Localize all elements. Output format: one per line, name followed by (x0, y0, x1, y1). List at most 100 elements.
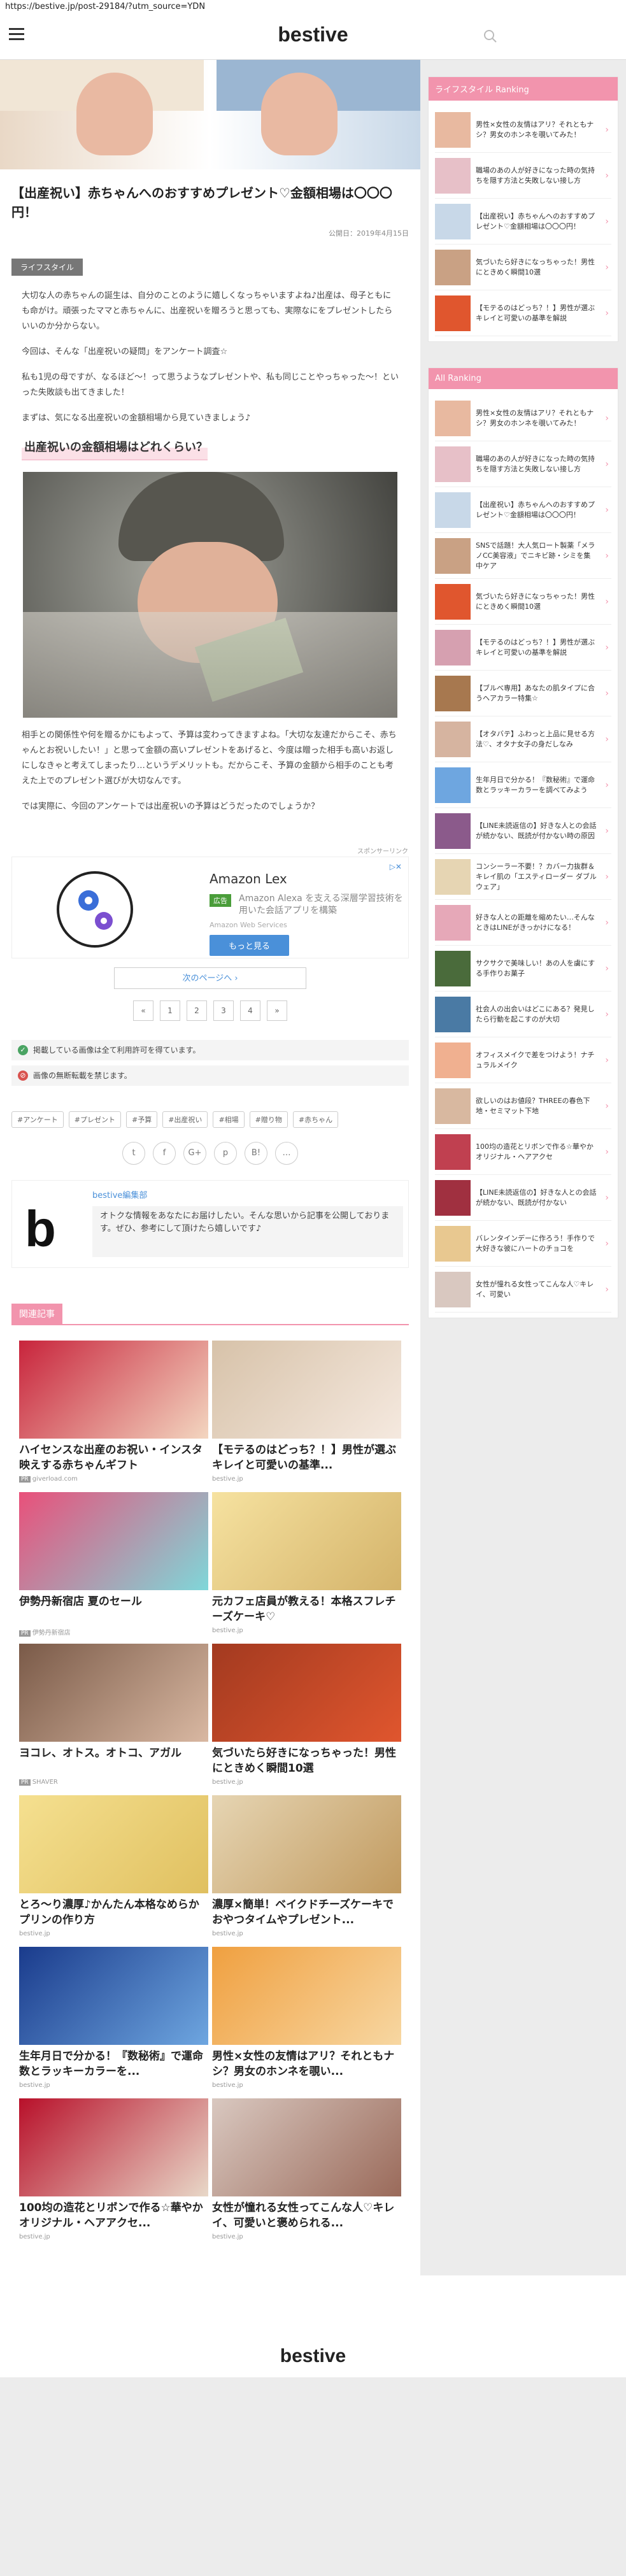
related-item[interactable]: 濃厚×簡単！ベイクドチーズケーキでおやつタイムやプレゼント... bestive… (212, 1795, 401, 1947)
ranking-title[interactable]: 【モテるのはどっち？！】男性が選ぶキレイと可愛いの基準を解説 (476, 637, 597, 658)
ranking-title[interactable]: 好きな人との距離を縮めたい…そんなときはLINEがきっかけになる！ (476, 913, 597, 933)
ranking-item[interactable]: 欲しいのはお値段？THREEの春色下地・セミマット下地 › (435, 1083, 611, 1129)
ranking-item[interactable]: オフィスメイクで差をつけよう！ナチュラルメイク › (435, 1037, 611, 1083)
related-item[interactable]: 元カフェ店員が教える！本格スフレチーズケーキ♡ bestive.jp (212, 1492, 401, 1644)
related-item[interactable]: 生年月日で分かる！『数秘術』で運命数とラッキーカラーを... bestive.j… (19, 1947, 208, 2098)
ranking-item[interactable]: 社会人の出会いはどこにある？発見したら行動を起こすのが大切 › (435, 992, 611, 1037)
related-title[interactable]: 100均の造花とリボンで作る☆華やかオリジナル・ヘアアクセ... (19, 2200, 208, 2231)
ranking-title[interactable]: 100均の造花とリボンで作る☆華やかオリジナル・ヘアアクセ (476, 1142, 597, 1162)
footer-logo[interactable]: bestive (0, 2345, 626, 2367)
ranking-title[interactable]: 職場のあの人が好きになった時の気持ちを隠す方法と失敗しない接し方 (476, 454, 597, 474)
ranking-item[interactable]: 【LINE未読返信の】好きな人との会話が続かない、既読が付かない時の原因 › (435, 808, 611, 854)
related-title[interactable]: 元カフェ店員が教える！本格スフレチーズケーキ♡ (212, 1594, 401, 1625)
ranking-item[interactable]: サクサクで美味しい！あの人を虜にする手作りお菓子 › (435, 946, 611, 992)
twitter-share-icon[interactable]: t (122, 1142, 145, 1165)
ranking-thumbnail[interactable] (435, 203, 471, 239)
comment-share-icon[interactable]: … (275, 1142, 298, 1165)
related-thumbnail[interactable] (212, 1341, 401, 1439)
related-title[interactable]: 濃厚×簡単！ベイクドチーズケーキでおやつタイムやプレゼント... (212, 1897, 401, 1928)
ranking-title[interactable]: バレンタインデーに作ろう！手作りで大好きな彼にハートのチョコを (476, 1234, 597, 1254)
ranking-thumbnail[interactable] (435, 1271, 471, 1307)
ranking-title[interactable]: SNSで話題！大人気ロート製薬「メラノCC美容液」でニキビ跡・シミを集中ケア (476, 541, 597, 571)
ranking-thumbnail[interactable] (435, 629, 471, 665)
ranking-title[interactable]: 男性×女性の友情はアリ？それともナシ？男女のホンネを覗いてみた！ (476, 408, 597, 429)
related-title[interactable]: 女性が憧れる女性ってこんな人♡キレイ、可愛いと褒められる... (212, 2200, 401, 2231)
next-page-button[interactable]: 次のページへ › (114, 967, 306, 989)
ranking-title[interactable]: 気づいたら好きになっちゃった！男性にときめく瞬間10選 (476, 257, 597, 278)
ranking-title[interactable]: 【LINE未読返信の】好きな人との会話が続かない、既読が付かない (476, 1188, 597, 1208)
ranking-thumbnail[interactable] (435, 858, 471, 895)
related-thumbnail[interactable] (19, 1644, 208, 1742)
ranking-title[interactable]: 社会人の出会いはどこにある？発見したら行動を起こすのが大切 (476, 1004, 597, 1025)
ranking-item[interactable]: コンシーラー不要！？カバー力抜群＆キレイ肌の「エスティローダー ダブルウェア」 … (435, 854, 611, 900)
facebook-share-icon[interactable]: f (153, 1142, 176, 1165)
ranking-title[interactable]: 【LINE未読返信の】好きな人との会話が続かない、既読が付かない時の原因 (476, 821, 597, 841)
ranking-thumbnail[interactable] (435, 400, 471, 436)
ranking-title[interactable]: 欲しいのはお値段？THREEの春色下地・セミマット下地 (476, 1096, 597, 1116)
ranking-title[interactable]: 【出産祝い】赤ちゃんへのおすすめプレゼント♡金額相場は〇〇〇円！ (476, 211, 597, 232)
related-title[interactable]: ハイセンスな出産のお祝い・インスタ映えする赤ちゃんギフト (19, 1442, 208, 1473)
ranking-item[interactable]: 【オタバテ】ふわっと上品に見せる方法♡、オタナ女子の身だしなみ › (435, 716, 611, 762)
ranking-thumbnail[interactable] (435, 950, 471, 986)
ranking-item[interactable]: 【LINE未読返信の】好きな人との会話が続かない、既読が付かない › (435, 1175, 611, 1221)
related-thumbnail[interactable] (19, 1947, 208, 2045)
ranking-title[interactable]: 【オタバテ】ふわっと上品に見せる方法♡、オタナ女子の身だしなみ (476, 729, 597, 750)
ranking-title[interactable]: オフィスメイクで差をつけよう！ナチュラルメイク (476, 1050, 597, 1071)
ranking-thumbnail[interactable] (435, 1225, 471, 1262)
category-label[interactable]: ライフスタイル (11, 259, 83, 276)
ranking-item[interactable]: 【モテるのはどっち？！】男性が選ぶキレイと可愛いの基準を解説 › (435, 290, 611, 336)
url-bar[interactable]: https://bestive.jp/post-29184/?utm_sourc… (0, 0, 626, 14)
ranking-title[interactable]: サクサクで美味しい！あの人を虜にする手作りお菓子 (476, 958, 597, 979)
tag[interactable]: #出産祝い (162, 1111, 208, 1128)
related-title[interactable]: 気づいたら好きになっちゃった！男性にときめく瞬間10選 (212, 1746, 401, 1776)
ranking-item[interactable]: 職場のあの人が好きになった時の気持ちを隠す方法と失敗しない接し方 › (435, 153, 611, 199)
ranking-thumbnail[interactable] (435, 583, 471, 620)
ranking-title[interactable]: 【出産祝い】赤ちゃんへのおすすめプレゼント♡金額相場は〇〇〇円！ (476, 500, 597, 520)
tag[interactable]: #相場 (213, 1111, 245, 1128)
related-thumbnail[interactable] (212, 1492, 401, 1590)
site-logo[interactable]: bestive (0, 23, 626, 46)
googleplus-share-icon[interactable]: G+ (183, 1142, 206, 1165)
related-thumbnail[interactable] (19, 2098, 208, 2196)
ranking-thumbnail[interactable] (435, 492, 471, 528)
ranking-item[interactable]: SNSで話題！大人気ロート製薬「メラノCC美容液」でニキビ跡・シミを集中ケア › (435, 533, 611, 579)
tag[interactable]: #アンケート (11, 1111, 64, 1128)
ranking-thumbnail[interactable] (435, 996, 471, 1032)
hatena-share-icon[interactable]: B! (245, 1142, 267, 1165)
ranking-item[interactable]: 【モテるのはどっち？！】男性が選ぶキレイと可愛いの基準を解説 › (435, 625, 611, 671)
ranking-title[interactable]: 女性が憧れる女性ってこんな人♡キレイ、可愛い (476, 1279, 597, 1300)
ranking-thumbnail[interactable] (435, 1042, 471, 1078)
related-item[interactable]: 気づいたら好きになっちゃった！男性にときめく瞬間10選 bestive.jp (212, 1644, 401, 1795)
related-title[interactable]: 伊勢丹新宿店 夏のセール (19, 1594, 208, 1625)
pager-page[interactable]: 4 (240, 1000, 260, 1021)
pager-page[interactable]: 2 (187, 1000, 207, 1021)
related-thumbnail[interactable] (212, 2098, 401, 2196)
tag[interactable]: #予算 (126, 1111, 158, 1128)
ad-banner[interactable]: スポンサーリンク ▷✕ Amazon Lex 広告 Amazon Alexa を… (11, 848, 409, 958)
ranking-thumbnail[interactable] (435, 767, 471, 803)
ranking-thumbnail[interactable] (435, 157, 471, 194)
ad-close-icon[interactable]: ▷✕ (390, 862, 402, 871)
ranking-thumbnail[interactable] (435, 446, 471, 482)
related-title[interactable]: ヨコレ、オトス。オトコ、アガル (19, 1746, 208, 1776)
ranking-title[interactable]: 気づいたら好きになっちゃった！男性にときめく瞬間10選 (476, 592, 597, 612)
ranking-item[interactable]: 女性が憧れる女性ってこんな人♡キレイ、可愛い › (435, 1267, 611, 1313)
related-item[interactable]: 男性×女性の友情はアリ？それともナシ？男女のホンネを覗い... bestive.… (212, 1947, 401, 2098)
ranking-item[interactable]: 気づいたら好きになっちゃった！男性にときめく瞬間10選 › (435, 245, 611, 290)
related-title[interactable]: 【モテるのはどっち？！】男性が選ぶキレイと可愛いの基準... (212, 1442, 401, 1473)
ranking-thumbnail[interactable] (435, 1134, 471, 1170)
ranking-item[interactable]: 気づいたら好きになっちゃった！男性にときめく瞬間10選 › (435, 579, 611, 625)
pager-page[interactable]: 3 (213, 1000, 234, 1021)
related-item[interactable]: とろ～り濃厚♪かんたん本格なめらかプリンの作り方 bestive.jp (19, 1795, 208, 1947)
ranking-title[interactable]: 【モテるのはどっち？！】男性が選ぶキレイと可愛いの基準を解説 (476, 303, 597, 324)
ranking-item[interactable]: 生年月日で分かる！『数秘術』で運命数とラッキーカラーを調べてみよう › (435, 762, 611, 808)
author-name[interactable]: bestive編集部 (92, 1188, 147, 1200)
related-item[interactable]: 【モテるのはどっち？！】男性が選ぶキレイと可愛いの基準... bestive.j… (212, 1341, 401, 1492)
ranking-title[interactable]: 男性×女性の友情はアリ？それともナシ？男女のホンネを覗いてみた！ (476, 120, 597, 140)
related-title[interactable]: 生年月日で分かる！『数秘術』で運命数とラッキーカラーを... (19, 2049, 208, 2079)
pager-first[interactable]: « (133, 1000, 153, 1021)
related-item[interactable]: 100均の造花とリボンで作る☆華やかオリジナル・ヘアアクセ... bestive… (19, 2098, 208, 2250)
related-thumbnail[interactable] (212, 1644, 401, 1742)
related-item[interactable]: ハイセンスな出産のお祝い・インスタ映えする赤ちゃんギフト PR giverload… (19, 1341, 208, 1492)
ranking-thumbnail[interactable] (435, 721, 471, 757)
